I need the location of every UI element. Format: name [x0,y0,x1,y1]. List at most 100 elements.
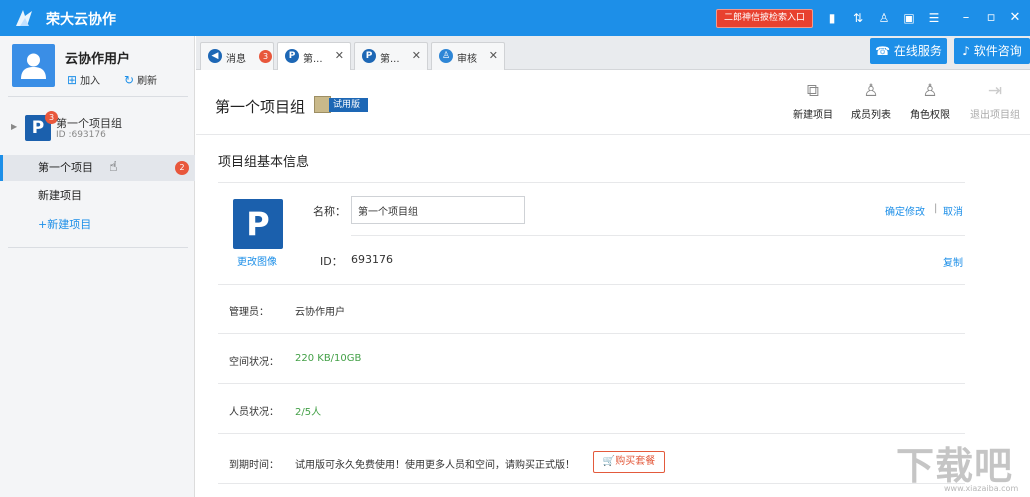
tab-bar: ◀ 消息 3 P 第... ✕ P 第... ✕ ♙ 审核 ✕ ☎ 在线服务 ♪… [196,36,1030,70]
app-logo-icon [16,10,32,26]
tab-label: 第... [303,54,323,65]
new-project-button[interactable]: ⧉ 新建项目 [785,80,841,121]
bell-icon: ♪ [962,44,970,58]
tab-project-1[interactable]: P 第... ✕ [277,42,351,70]
arrows-icon[interactable]: ⇅ [851,11,865,25]
row-divider [218,284,965,285]
menu-icon[interactable]: ☰ [927,11,941,25]
user-avatar-icon [21,53,46,79]
copy-link[interactable]: 复制 [943,254,963,269]
row-divider [218,333,965,334]
tab-review[interactable]: ♙ 审核 ✕ [431,42,505,70]
join-label: 加入 [80,76,101,87]
group-id: ID :693176 [56,130,106,140]
id-label: ID： [320,255,343,268]
header-divider [196,134,1030,135]
toolbar-label: 退出项目组 [970,110,1020,121]
new-project-link[interactable]: +新建项目 [38,216,91,232]
people-value: 2/5人 [295,407,322,418]
group-name: 第一个项目组 [56,117,122,130]
close-icon[interactable]: ✕ [412,49,421,62]
confirm-edit-link[interactable]: 确定修改 [885,203,925,218]
row-divider [218,483,965,484]
exit-group-button[interactable]: ⇥ 退出项目组 [964,80,1026,121]
software-consult-label: 软件咨询 [973,44,1022,58]
software-consult-button[interactable]: ♪ 软件咨询 [954,38,1030,64]
user-icon: ♙ [439,49,453,63]
cart-icon: 🛒 [602,456,616,467]
expand-arrow-icon[interactable]: ▶ [11,122,17,131]
refresh-button[interactable]: ↻ 刷新 [124,72,157,87]
close-icon[interactable]: ✕ [335,49,344,62]
online-service-button[interactable]: ☎ 在线服务 [870,38,947,64]
form-divider [351,235,965,236]
p-icon: P [285,49,299,63]
refresh-label: 刷新 [137,76,158,87]
sidebar: 云协作用户 ⊞ 加入 ↻ 刷新 ▶ P 3 第一个项目组 ID :693176 第一… [0,36,195,497]
app-title: 荣大云协作 [46,12,116,28]
tab-label: 第... [380,54,400,65]
buy-package-button[interactable]: 🛒购买套餐 [593,451,665,473]
user-name: 云协作用户 [65,52,131,67]
role-permission-button[interactable]: ♙ 角色权限 [902,80,958,121]
project-badge: 2 [175,161,189,175]
tab-label: 消息 [226,54,246,65]
id-value: 693176 [351,253,393,266]
toolbar-label: 新建项目 [793,110,833,121]
trial-label: 试用版 [329,98,369,112]
minimize-icon[interactable]: – [957,9,975,27]
sidebar-item-first-project[interactable]: 第一个项目 ☝ 2 [0,155,195,181]
cancel-link[interactable]: 取消 [943,203,963,218]
main-panel: 第一个项目组 试用版 ⧉ 新建项目 ♙ 成员列表 ♙ 角色权限 ⇥ 退出项目组 … [196,70,1030,497]
promo-link[interactable]: 二郎神信披检索入口 [716,9,813,28]
name-label: 名称： [313,205,346,218]
speaker-icon: ◀ [208,49,222,63]
exit-group-icon: ⇥ [987,81,1003,101]
tab-project-2[interactable]: P 第... ✕ [354,42,428,70]
toolbar-label: 角色权限 [910,110,950,121]
person-icon[interactable]: ♙ [877,11,891,25]
row-divider [218,433,965,434]
hand-cursor-icon: ☝ [109,159,118,175]
name-input[interactable] [351,196,525,224]
new-project-icon: ⧉ [806,81,820,101]
project-label: 第一个项目 [38,161,93,174]
tab-badge: 3 [259,50,272,63]
watermark-url: www.xiazaiba.com [944,484,1019,493]
admin-value: 云协作用户 [295,307,345,318]
member-list-button[interactable]: ♙ 成员列表 [843,80,899,121]
project-label: 新建项目 [38,189,82,202]
avatar[interactable] [12,44,55,87]
close-icon[interactable]: ✕ [1006,9,1024,27]
watermark: 下载吧 [896,444,1014,488]
online-service-label: 在线服务 [893,44,942,58]
sidebar-item-new-project[interactable]: 新建项目 [0,183,195,209]
toolbar-label: 成员列表 [851,110,891,121]
change-image-link[interactable]: 更改图像 [237,253,277,268]
people-label: 人员状况： [229,407,279,418]
signal-icon[interactable]: ▮ [825,11,839,25]
space-label: 空间状况： [229,357,279,368]
expire-value: 试用版可永久免费使用！使用更多人员和空间，请购买正式版！ [295,460,575,471]
close-icon[interactable]: ✕ [489,49,498,62]
window-icon[interactable]: ▣ [902,11,916,25]
join-icon: ⊞ [67,73,78,87]
refresh-icon: ↻ [124,73,135,87]
section-title: 项目组基本信息 [218,155,310,170]
link-separator: | [934,203,938,214]
row-divider [218,383,965,384]
title-bar: 荣大云协作 二郎神信披检索入口 ▮ ⇅ ♙ ▣ ☰ – ▫ ✕ [0,0,1030,36]
role-permission-icon: ♙ [922,81,938,101]
join-button[interactable]: ⊞ 加入 [67,72,100,87]
project-group-item[interactable]: ▶ P 3 第一个项目组 ID :693176 [0,110,195,148]
page-title: 第一个项目组 [215,98,306,116]
tab-messages[interactable]: ◀ 消息 3 [200,42,274,70]
member-list-icon: ♙ [863,81,879,101]
sidebar-divider [8,96,188,97]
expire-label: 到期时间： [229,460,279,471]
sidebar-divider [8,247,188,248]
maximize-icon[interactable]: ▫ [982,9,1000,27]
buy-label: 购买套餐 [615,456,656,467]
space-value: 220 KB/10GB [295,353,362,364]
project-group-logo: P [233,199,283,249]
